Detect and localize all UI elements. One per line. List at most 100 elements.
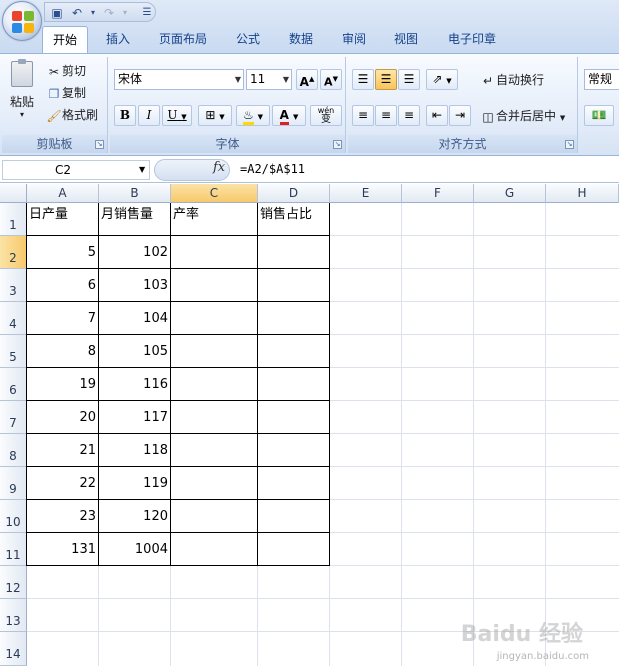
cell-monthly-sales[interactable]: 116 — [99, 368, 170, 401]
cell-monthly-sales[interactable]: 119 — [99, 467, 170, 500]
row-header-4[interactable]: 4 — [0, 302, 27, 335]
font-launcher-icon[interactable]: ↘ — [333, 140, 342, 149]
row-header-13[interactable]: 13 — [0, 599, 27, 632]
font-name-combo[interactable]: 宋体 ▼ — [114, 69, 244, 90]
grow-font-button[interactable]: A▲ — [296, 69, 318, 90]
cell-daily-output[interactable]: 5 — [27, 236, 98, 269]
worksheet-grid[interactable]: ABCDEFGH 1 2 3 4 5 6 7 8 9 10 11 12 13 14 日产量 月销售量 产率 销售… — [0, 184, 619, 666]
phonetic-button[interactable]: wén 变 — [310, 105, 342, 126]
name-box[interactable]: C2 — [2, 160, 150, 180]
header-daily-output[interactable]: 日产量 — [29, 203, 99, 236]
fill-color-button[interactable]: ♨ ▼ — [236, 105, 270, 126]
column-header-c[interactable]: C — [171, 184, 258, 203]
row-header-2[interactable]: 2 — [0, 236, 27, 269]
font-size-combo[interactable]: 11 ▼ — [246, 69, 292, 90]
paste-button[interactable]: 粘贴 ▾ — [6, 59, 38, 127]
redo-dropdown-icon[interactable]: ▾ — [117, 5, 133, 21]
align-left-button[interactable]: ≡ — [352, 105, 374, 126]
column-header-e[interactable]: E — [330, 184, 402, 203]
row-header-11[interactable]: 11 — [0, 533, 27, 566]
cell-daily-output[interactable]: 19 — [27, 368, 98, 401]
cell-monthly-sales[interactable]: 104 — [99, 302, 170, 335]
clipboard-launcher-icon[interactable]: ↘ — [95, 140, 104, 149]
orientation-button[interactable]: ⇗ ▼ — [426, 69, 458, 90]
cell-monthly-sales[interactable]: 117 — [99, 401, 170, 434]
cut-button[interactable]: ✂ 剪切 — [46, 62, 86, 80]
align-top-button[interactable]: ☰ — [352, 69, 374, 90]
shrink-font-button[interactable]: A▼ — [320, 69, 342, 90]
increase-indent-button[interactable]: ⇥ — [449, 105, 471, 126]
row-header-10[interactable]: 10 — [0, 500, 27, 533]
customize-qat-icon[interactable]: ☰ — [139, 5, 155, 21]
column-header-f[interactable]: F — [402, 184, 474, 203]
office-button[interactable] — [2, 1, 42, 41]
undo-dropdown-icon[interactable]: ▾ — [85, 5, 101, 21]
align-right-button[interactable]: ≡ — [398, 105, 420, 126]
alignment-launcher-icon[interactable]: ↘ — [565, 140, 574, 149]
save-icon[interactable]: ▣ — [49, 5, 65, 21]
grid-line — [27, 598, 619, 599]
header-monthly-sales[interactable]: 月销售量 — [101, 203, 171, 236]
header-yield-rate[interactable]: 产率 — [173, 203, 258, 236]
cell-monthly-sales[interactable]: 105 — [99, 335, 170, 368]
insert-function-icon[interactable]: fx — [213, 160, 225, 175]
cell-daily-output[interactable]: 23 — [27, 500, 98, 533]
tab-view[interactable]: 视图 — [386, 26, 426, 53]
cell-monthly-sales[interactable]: 120 — [99, 500, 170, 533]
bold-button[interactable]: B — [114, 105, 136, 126]
align-left-icon: ≡ — [357, 108, 369, 122]
tab-e-seal[interactable]: 电子印章 — [440, 26, 504, 53]
cell-daily-output[interactable]: 21 — [27, 434, 98, 467]
italic-button[interactable]: I — [138, 105, 160, 126]
align-bottom-button[interactable]: ☰ — [398, 69, 420, 90]
row-header-1[interactable]: 1 — [0, 203, 27, 236]
column-header-g[interactable]: G — [474, 184, 546, 203]
column-header-a[interactable]: A — [27, 184, 99, 203]
tab-formulas[interactable]: 公式 — [228, 26, 268, 53]
tab-home[interactable]: 开始 — [42, 26, 88, 53]
column-header-h[interactable]: H — [546, 184, 619, 203]
format-painter-button[interactable]: 🖌格式刷 — [46, 106, 98, 124]
borders-button[interactable]: ⊞ ▼ — [198, 105, 232, 126]
tab-insert[interactable]: 插入 — [96, 26, 140, 53]
underline-button[interactable]: U ▼ — [162, 105, 192, 126]
cell-daily-output[interactable]: 131 — [27, 533, 98, 566]
align-middle-button[interactable]: ☰ — [375, 69, 397, 90]
chevron-down-icon[interactable]: ▼ — [139, 165, 145, 174]
cell-daily-output[interactable]: 22 — [27, 467, 98, 500]
select-all-corner[interactable] — [0, 184, 27, 203]
row-header-3[interactable]: 3 — [0, 269, 27, 302]
row-header-7[interactable]: 7 — [0, 401, 27, 434]
accounting-format-button[interactable]: 💵 — [584, 105, 614, 126]
undo-icon[interactable]: ↶ — [69, 5, 85, 21]
row-header-14[interactable]: 14 — [0, 632, 27, 666]
merge-center-button[interactable]: ◫ 合并后居中 ▼ — [480, 107, 565, 125]
tab-data[interactable]: 数据 — [280, 26, 322, 53]
row-header-6[interactable]: 6 — [0, 368, 27, 401]
font-color-button[interactable]: A ▼ — [272, 105, 306, 126]
row-header-8[interactable]: 8 — [0, 434, 27, 467]
column-header-d[interactable]: D — [258, 184, 330, 203]
align-center-button[interactable]: ≡ — [375, 105, 397, 126]
number-format-combo[interactable]: 常规 — [584, 69, 619, 90]
cell-monthly-sales[interactable]: 1004 — [99, 533, 170, 566]
cell-daily-output[interactable]: 6 — [27, 269, 98, 302]
row-header-9[interactable]: 9 — [0, 467, 27, 500]
cell-daily-output[interactable]: 20 — [27, 401, 98, 434]
row-header-5[interactable]: 5 — [0, 335, 27, 368]
cell-monthly-sales[interactable]: 102 — [99, 236, 170, 269]
formula-input[interactable]: =A2/$A$11 — [240, 162, 305, 176]
decrease-indent-button[interactable]: ⇤ — [426, 105, 448, 126]
cell-monthly-sales[interactable]: 103 — [99, 269, 170, 302]
cell-daily-output[interactable]: 8 — [27, 335, 98, 368]
header-sales-share[interactable]: 销售占比 — [260, 203, 330, 236]
copy-button[interactable]: ❐ 复制 — [46, 84, 86, 102]
redo-icon[interactable]: ↷ — [101, 5, 117, 21]
row-header-12[interactable]: 12 — [0, 566, 27, 599]
column-header-b[interactable]: B — [99, 184, 171, 203]
cell-daily-output[interactable]: 7 — [27, 302, 98, 335]
wrap-text-button[interactable]: ↵ 自动换行 — [480, 71, 544, 89]
cell-monthly-sales[interactable]: 118 — [99, 434, 170, 467]
tab-review[interactable]: 审阅 — [334, 26, 374, 53]
tab-page-layout[interactable]: 页面布局 — [150, 26, 216, 53]
